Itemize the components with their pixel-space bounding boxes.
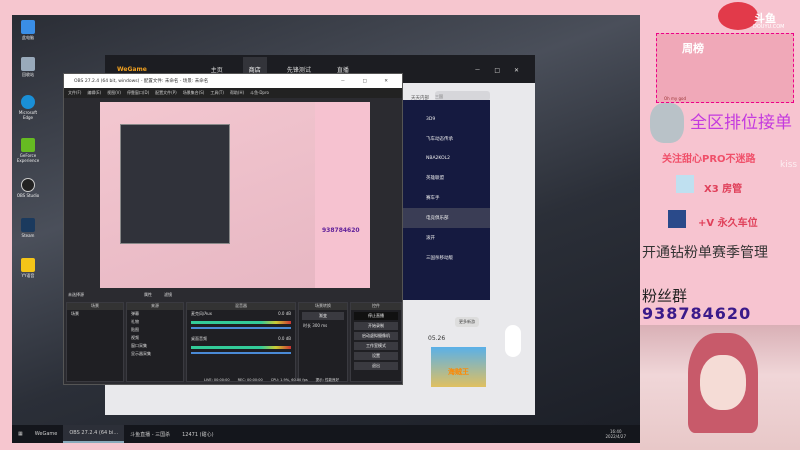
yy-icon [21,258,35,272]
desktop: 此电脑 回收站 Microsoft Edge GeForce Experienc… [12,15,640,443]
stream-overlay: 斗鱼 DOUYU.COM 9700569 周榜 Oh my god 全区排位接单… [640,0,800,325]
no-source-selected: 未选择源 [68,292,84,297]
game-item[interactable]: 3D9 [400,110,490,129]
wegame-logo: WeGame [117,65,147,73]
headline-text: 全区排位接单 [690,113,792,133]
source-item[interactable]: 贴图 [127,326,183,334]
mixer-dock: 混音器 麦克风/Aux 0.0 dB 桌面音频 0.0 dB [186,302,296,382]
cart-sidebar[interactable] [505,325,521,357]
obs-titlebar: OBS 27.2.4 (64 bit, windows) - 配置文件: 未命名… [64,74,402,88]
desktop-icon-this-pc[interactable]: 此电脑 [14,20,42,41]
obs-preview[interactable]: 938784620 [100,102,370,288]
filters-button[interactable]: 滤镜 [164,292,172,298]
source-item[interactable]: 窗口采集 [127,342,183,350]
exit-button[interactable]: 退出 [354,362,398,370]
studio-mode-button[interactable]: 工作室模式 [354,342,398,350]
taskbar-douyu[interactable]: 斗鱼直播 - 三国杀 [124,425,176,443]
desktop-icon-geforce[interactable]: GeForce Experience [14,138,42,163]
desktop-icon-recycle-bin[interactable]: 回收站 [14,57,42,78]
game-item[interactable]: NBA2KOL2 [400,149,490,168]
recycle-bin-icon [21,57,35,71]
controls-dock: 控件 停止直播 开始录制 启动虚拟摄像机 工作室模式 设置 退出 [350,302,402,382]
fan-group-number: 938784620 [642,304,752,323]
window-controls[interactable]: － □ ✕ [474,65,525,74]
edge-icon [21,95,35,109]
taskbar-obs[interactable]: OBS 27.2.4 (64 bi... [63,425,125,443]
mixer-channel: 麦克风/Aux 0.0 dB [191,311,291,316]
game-item[interactable]: 赛车手 [400,188,490,208]
audio-meter [191,321,291,324]
menu-view[interactable]: 视图(V) [107,90,121,96]
menu-profile[interactable]: 配置文件(P) [155,90,177,96]
start-button[interactable]: ▦ [12,425,29,443]
settings-button[interactable]: 设置 [354,352,398,360]
menu-help[interactable]: 帮助(H) [230,90,244,96]
desktop-icon-obs[interactable]: OBS Studio [14,178,42,198]
sources-dock: 来源 弹幕 礼物 贴图 视频 窗口采集 显示器采集 [126,302,184,382]
game-item[interactable]: 飞车动态传承 [400,129,490,149]
douyu-logo-text: DOUYU.COM [753,24,785,30]
transition-select[interactable]: 渐变 [302,312,344,320]
weekly-ranking-panel [656,33,794,103]
menu-tools[interactable]: 工具(T) [210,90,224,96]
virtual-camera-button[interactable]: 启动虚拟摄像机 [354,332,398,340]
game-item[interactable]: 英雄联盟 [400,168,490,188]
obs-menu-bar: 文件(F) 编辑(E) 视图(V) 停靠窗口(D) 配置文件(P) 场景集合(S) 工具(T… [64,88,402,98]
mixer-channel: 桌面音频 0.0 dB [191,336,291,341]
cat-sticker [650,103,684,143]
taskbar-wegame[interactable]: WeGame [29,425,64,443]
desktop-icon-yy[interactable]: YY语音 [14,258,42,279]
game-item[interactable]: 电竞俱乐部 [400,208,490,228]
source-item[interactable]: 礼物 [127,318,183,326]
plane-icon [676,175,694,193]
game-banner[interactable]: 海贼王 [431,347,486,387]
menu-douyu[interactable]: 斗鱼·Dpro [250,90,269,96]
weekly-ranking-title: 周榜 [682,42,704,55]
game-item[interactable]: 滚开 [400,228,490,248]
taskbar-yy[interactable]: 12471 (甜心) [176,425,219,443]
rocket-icon [668,210,686,228]
geforce-icon [21,138,35,152]
duration-input[interactable]: 300 ms [312,323,327,328]
stop-streaming-button[interactable]: 停止直播 [354,312,398,320]
computer-icon [21,20,35,34]
streamer-camera [640,325,800,450]
obs-window: OBS 27.2.4 (64 bit, windows) - 配置文件: 未命名… [63,73,403,385]
source-item[interactable]: 弹幕 [127,310,183,318]
strawberry-logo [718,2,758,30]
volume-slider[interactable] [191,327,291,329]
properties-button[interactable]: 属性 [144,292,152,298]
more-new-games-button[interactable]: 更多新游 [455,317,479,327]
menu-docks[interactable]: 停靠窗口(D) [127,90,149,96]
window-controls[interactable]: － □ ✕ [341,78,396,84]
status-bar: LIVE: 00:00:00 REC: 00:00:00 CPU: 1.9%, 60… [204,378,339,382]
release-date: 05.26 [428,335,446,342]
source-item[interactable]: 显示器采集 [127,350,183,358]
audio-meter [191,346,291,349]
taskbar: ▦ WeGame OBS 27.2.4 (64 bi... 斗鱼直播 - 三国杀… [12,425,640,443]
preview-qq-text: 938784620 [322,227,360,234]
scene-item[interactable]: 场景 [67,310,123,318]
game-list: 3D9 飞车动态传承 NBA2KOL2 英雄联盟 赛车手 电竞俱乐部 滚开 三国… [400,100,490,300]
menu-scene-collection[interactable]: 场景集合(S) [183,90,205,96]
source-item[interactable]: 视频 [127,334,183,342]
steam-icon [21,218,35,232]
scenes-dock: 场景 场景 [66,302,124,382]
obs-icon [21,178,35,192]
desktop-icon-edge[interactable]: Microsoft Edge [14,95,42,120]
start-recording-button[interactable]: 开始录制 [354,322,398,330]
system-clock[interactable]: 16:40 2022/4/27 [605,429,640,439]
game-item[interactable]: 三国杀移动版 [400,248,490,268]
menu-edit[interactable]: 编辑(E) [87,90,101,96]
menu-file[interactable]: 文件(F) [68,90,81,96]
duration-label: 时长 [303,323,311,328]
transitions-dock: 场景转换 渐变 时长 300 ms [298,302,348,382]
desktop-icon-steam[interactable]: Steam [14,218,42,238]
volume-slider[interactable] [191,352,291,354]
